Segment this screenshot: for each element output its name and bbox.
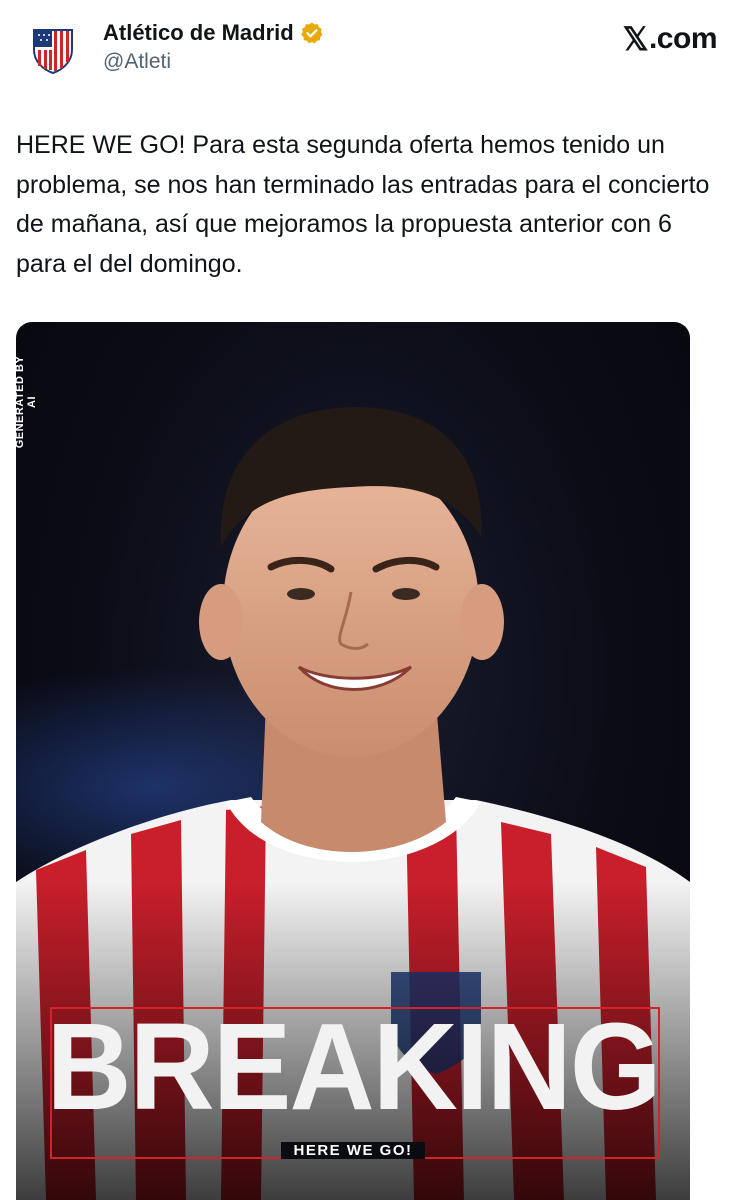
atletico-crest-icon[interactable]: [30, 24, 76, 74]
verified-badge-icon: [300, 22, 323, 44]
here-we-go-subline: HERE WE GO!: [16, 1142, 690, 1159]
account-handle[interactable]: @Atleti: [103, 50, 171, 74]
site-suffix: .com: [648, 22, 718, 55]
x-com-logo: 𝕏 .com: [622, 20, 718, 58]
x-logo-icon: 𝕏: [622, 21, 649, 57]
tweet-media-image[interactable]: GENERATED BY AI BREAKING HERE WE GO!: [16, 322, 690, 1200]
tweet-text: HERE WE GO! Para esta segunda oferta hem…: [16, 131, 710, 278]
breaking-headline: BREAKING: [46, 997, 661, 1137]
tweet-header: Atlético de Madrid @Atleti 𝕏 .com: [0, 0, 737, 100]
generated-by-ai-label: GENERATED BY AI: [16, 355, 38, 449]
account-name[interactable]: Atlético de Madrid: [103, 20, 294, 46]
subline-text: HERE WE GO!: [281, 1142, 425, 1159]
